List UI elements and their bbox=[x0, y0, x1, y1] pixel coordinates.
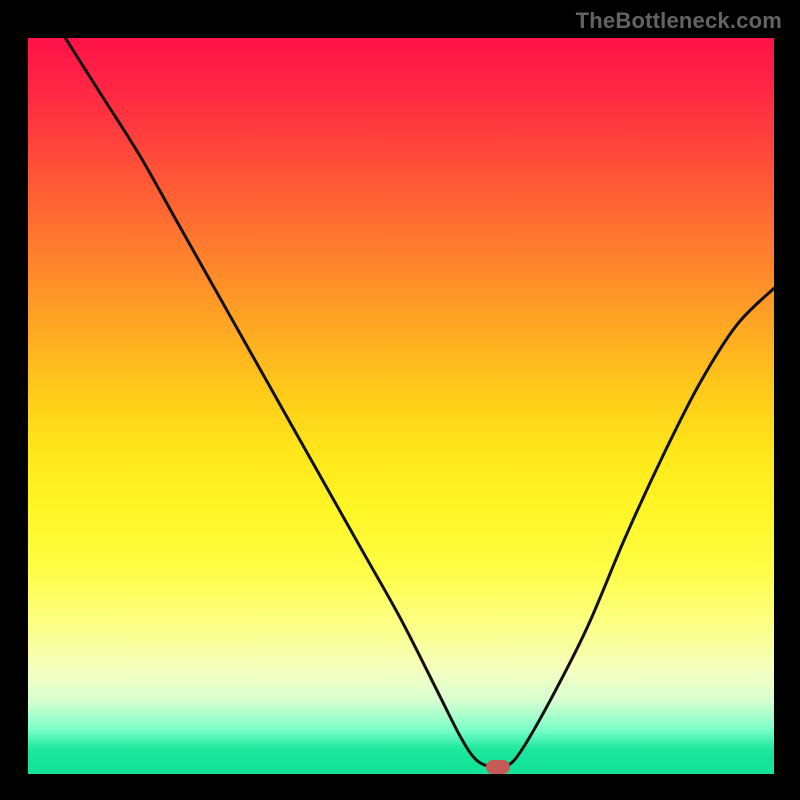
optimum-marker bbox=[486, 760, 510, 774]
chart-container: TheBottleneck.com bbox=[0, 0, 800, 800]
curve-svg bbox=[28, 38, 774, 774]
plot-area bbox=[28, 38, 774, 774]
attribution-text: TheBottleneck.com bbox=[576, 8, 782, 34]
bottleneck-curve bbox=[65, 38, 774, 768]
